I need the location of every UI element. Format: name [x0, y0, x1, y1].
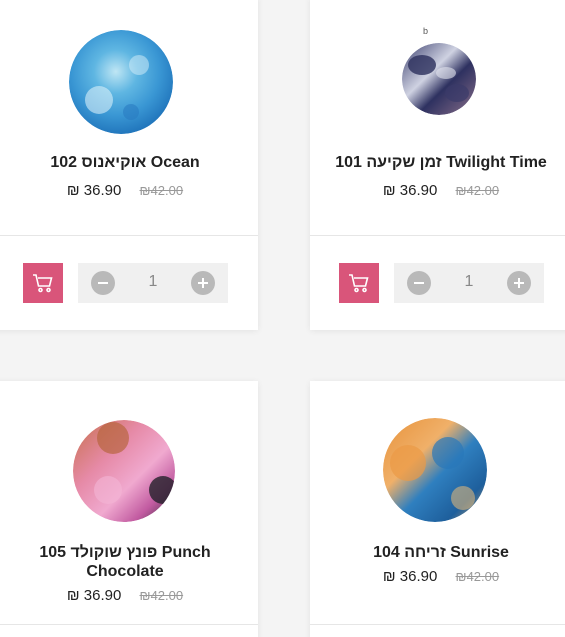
shopping-cart-icon [349, 274, 369, 293]
add-to-cart-button[interactable] [339, 263, 379, 303]
product-title[interactable]: 105 פונץ שוקולד Punch Chocolate [0, 543, 258, 581]
product-image-sunrise[interactable] [383, 418, 487, 522]
image-marker: b [423, 26, 429, 36]
currency-symbol: ₪ [66, 182, 80, 199]
price-row: ₪ 36.90 ₪42.00 [310, 568, 565, 585]
price-row: ₪ 36.90 ₪42.00 [0, 587, 258, 604]
plus-icon [198, 278, 208, 288]
original-price: ₪42.00 [455, 183, 500, 198]
product-card: 104 זריחה Sunrise ₪ 36.90 ₪42.00 [310, 381, 565, 637]
product-card: 105 פונץ שוקולד Punch Chocolate ₪ 36.90 … [0, 381, 258, 637]
minus-icon [414, 282, 424, 284]
price-row: ₪ 36.90 ₪42.00 [310, 182, 565, 199]
currency-symbol: ₪ [382, 182, 396, 199]
quantity-stepper[interactable]: 1 [394, 263, 544, 303]
increase-quantity-button[interactable] [191, 271, 215, 295]
shopping-cart-icon [33, 274, 53, 293]
original-price: ₪42.00 [139, 183, 184, 198]
plus-icon [514, 278, 524, 288]
product-title[interactable]: 101 זמן שקיעה Twilight Time [310, 153, 565, 172]
quantity-stepper[interactable]: 1 [78, 263, 228, 303]
sale-price: 36.90 [399, 182, 438, 199]
price-row: ₪ 36.90 ₪42.00 [0, 182, 258, 199]
divider [0, 624, 258, 625]
quantity-value[interactable]: 1 [434, 273, 504, 291]
minus-icon [98, 282, 108, 284]
product-title[interactable]: 104 זריחה Sunrise [310, 543, 565, 562]
increase-quantity-button[interactable] [507, 271, 531, 295]
product-image-ocean[interactable] [69, 30, 173, 134]
currency-symbol: ₪ [66, 587, 80, 604]
product-image-punch-chocolate[interactable] [73, 420, 175, 522]
product-image-twilight[interactable] [402, 43, 476, 115]
product-title-line-2: Chocolate [86, 563, 164, 580]
original-price: ₪42.00 [139, 588, 184, 603]
original-price: ₪42.00 [455, 569, 500, 584]
divider [310, 235, 565, 236]
product-card: 102 אוקיאנוס Ocean ₪ 36.90 ₪42.00 1 [0, 0, 258, 330]
product-title-line-1: 105 פונץ שוקולד Punch [39, 544, 211, 561]
product-card: b 101 זמן שקיעה Twilight Time ₪ 36.90 ₪4… [310, 0, 565, 330]
product-title[interactable]: 102 אוקיאנוס Ocean [0, 153, 258, 172]
sale-price: 36.90 [83, 587, 122, 604]
add-to-cart-button[interactable] [23, 263, 63, 303]
sale-price: 36.90 [83, 182, 122, 199]
divider [310, 624, 565, 625]
decrease-quantity-button[interactable] [407, 271, 431, 295]
sale-price: 36.90 [399, 568, 438, 585]
divider [0, 235, 258, 236]
decrease-quantity-button[interactable] [91, 271, 115, 295]
quantity-value[interactable]: 1 [118, 273, 188, 291]
currency-symbol: ₪ [382, 568, 396, 585]
